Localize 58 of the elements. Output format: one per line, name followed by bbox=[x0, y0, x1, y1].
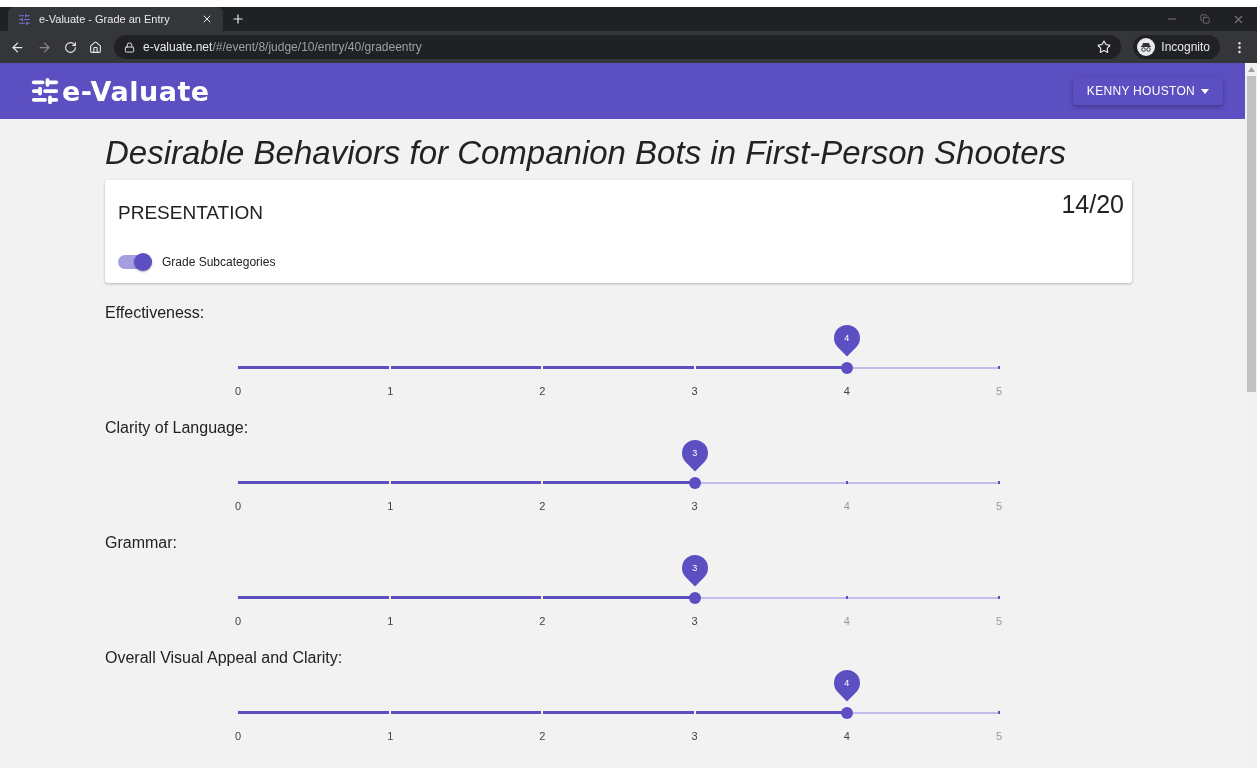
lock-icon bbox=[124, 41, 135, 53]
tick-label: 1 bbox=[387, 729, 394, 743]
tick-label: 1 bbox=[387, 614, 394, 628]
back-icon[interactable] bbox=[10, 39, 25, 55]
tick-label: 0 bbox=[234, 729, 242, 743]
user-menu-button[interactable]: KENNY HOUSTON bbox=[1072, 77, 1223, 105]
url-path: /#/event/8/judge/10/entry/40/gradeentry bbox=[212, 40, 422, 54]
address-bar[interactable]: e-valuate.net/#/event/8/judge/10/entry/40/gradeentry bbox=[114, 35, 1122, 59]
new-tab-icon[interactable] bbox=[231, 12, 245, 26]
caret-icon bbox=[1201, 88, 1209, 94]
tick-label: 4 bbox=[843, 384, 850, 398]
profile-chip[interactable]: Incognito bbox=[1133, 35, 1220, 59]
tick-label: 1 bbox=[387, 499, 394, 513]
category-score: 14/20 bbox=[1061, 190, 1124, 219]
restore-icon[interactable] bbox=[1200, 14, 1210, 24]
tick-label: 3 bbox=[691, 384, 698, 398]
slider-thumb[interactable] bbox=[840, 707, 853, 719]
tick-label: 0 bbox=[234, 384, 242, 398]
tick-label: 5 bbox=[995, 614, 1003, 628]
tab-title: e-Valuate - Grade an Entry bbox=[39, 13, 171, 25]
tick-label: 3 bbox=[691, 729, 698, 743]
slider-thumb[interactable] bbox=[688, 477, 701, 489]
category-name: PRESENTATION bbox=[118, 202, 263, 224]
tick-label: 0 bbox=[234, 614, 242, 628]
tick-label: 4 bbox=[843, 614, 850, 628]
close-tab-icon[interactable] bbox=[201, 13, 213, 25]
bookmark-star-icon[interactable] bbox=[1097, 40, 1112, 54]
subcategory-label: Grammar: bbox=[105, 533, 178, 553]
tick-label: 4 bbox=[843, 729, 850, 743]
logo-icon bbox=[30, 76, 60, 106]
incognito-icon bbox=[1137, 38, 1156, 56]
forward-icon[interactable] bbox=[37, 39, 52, 55]
tick-label: 2 bbox=[539, 499, 546, 513]
tick-label: 4 bbox=[843, 499, 850, 513]
tick-label: 1 bbox=[387, 384, 394, 398]
reload-icon[interactable] bbox=[64, 40, 77, 54]
url-host: e-valuate.net bbox=[143, 40, 213, 54]
tick-label: 5 bbox=[995, 499, 1003, 513]
tick-label: 3 bbox=[691, 614, 698, 628]
entry-title: Desirable Behaviors for Companion Bots in First-Person Shooters bbox=[105, 133, 1068, 173]
home-icon[interactable] bbox=[89, 40, 102, 54]
subcategory-label: Effectiveness: bbox=[105, 303, 206, 323]
tick-label: 5 bbox=[995, 384, 1003, 398]
scroll-thumb[interactable] bbox=[1246, 76, 1256, 392]
scrollbar[interactable] bbox=[1245, 63, 1257, 768]
toggle-label: Grade Subcategories bbox=[162, 255, 276, 269]
tick-label: 2 bbox=[539, 384, 546, 398]
browser-tab[interactable]: e-Valuate - Grade an Entry bbox=[8, 7, 223, 31]
slider-thumb[interactable] bbox=[688, 592, 701, 604]
tick-label: 0 bbox=[234, 499, 242, 513]
app-logo-icon bbox=[18, 12, 31, 26]
slider-thumb[interactable] bbox=[840, 362, 853, 374]
tick-label: 2 bbox=[539, 729, 546, 743]
tick-label: 2 bbox=[539, 614, 546, 628]
app-logo: e-Valuate bbox=[62, 75, 210, 107]
toggle-switch[interactable] bbox=[118, 255, 152, 269]
tick-label: 5 bbox=[995, 729, 1003, 743]
tick-label: 3 bbox=[691, 499, 698, 513]
